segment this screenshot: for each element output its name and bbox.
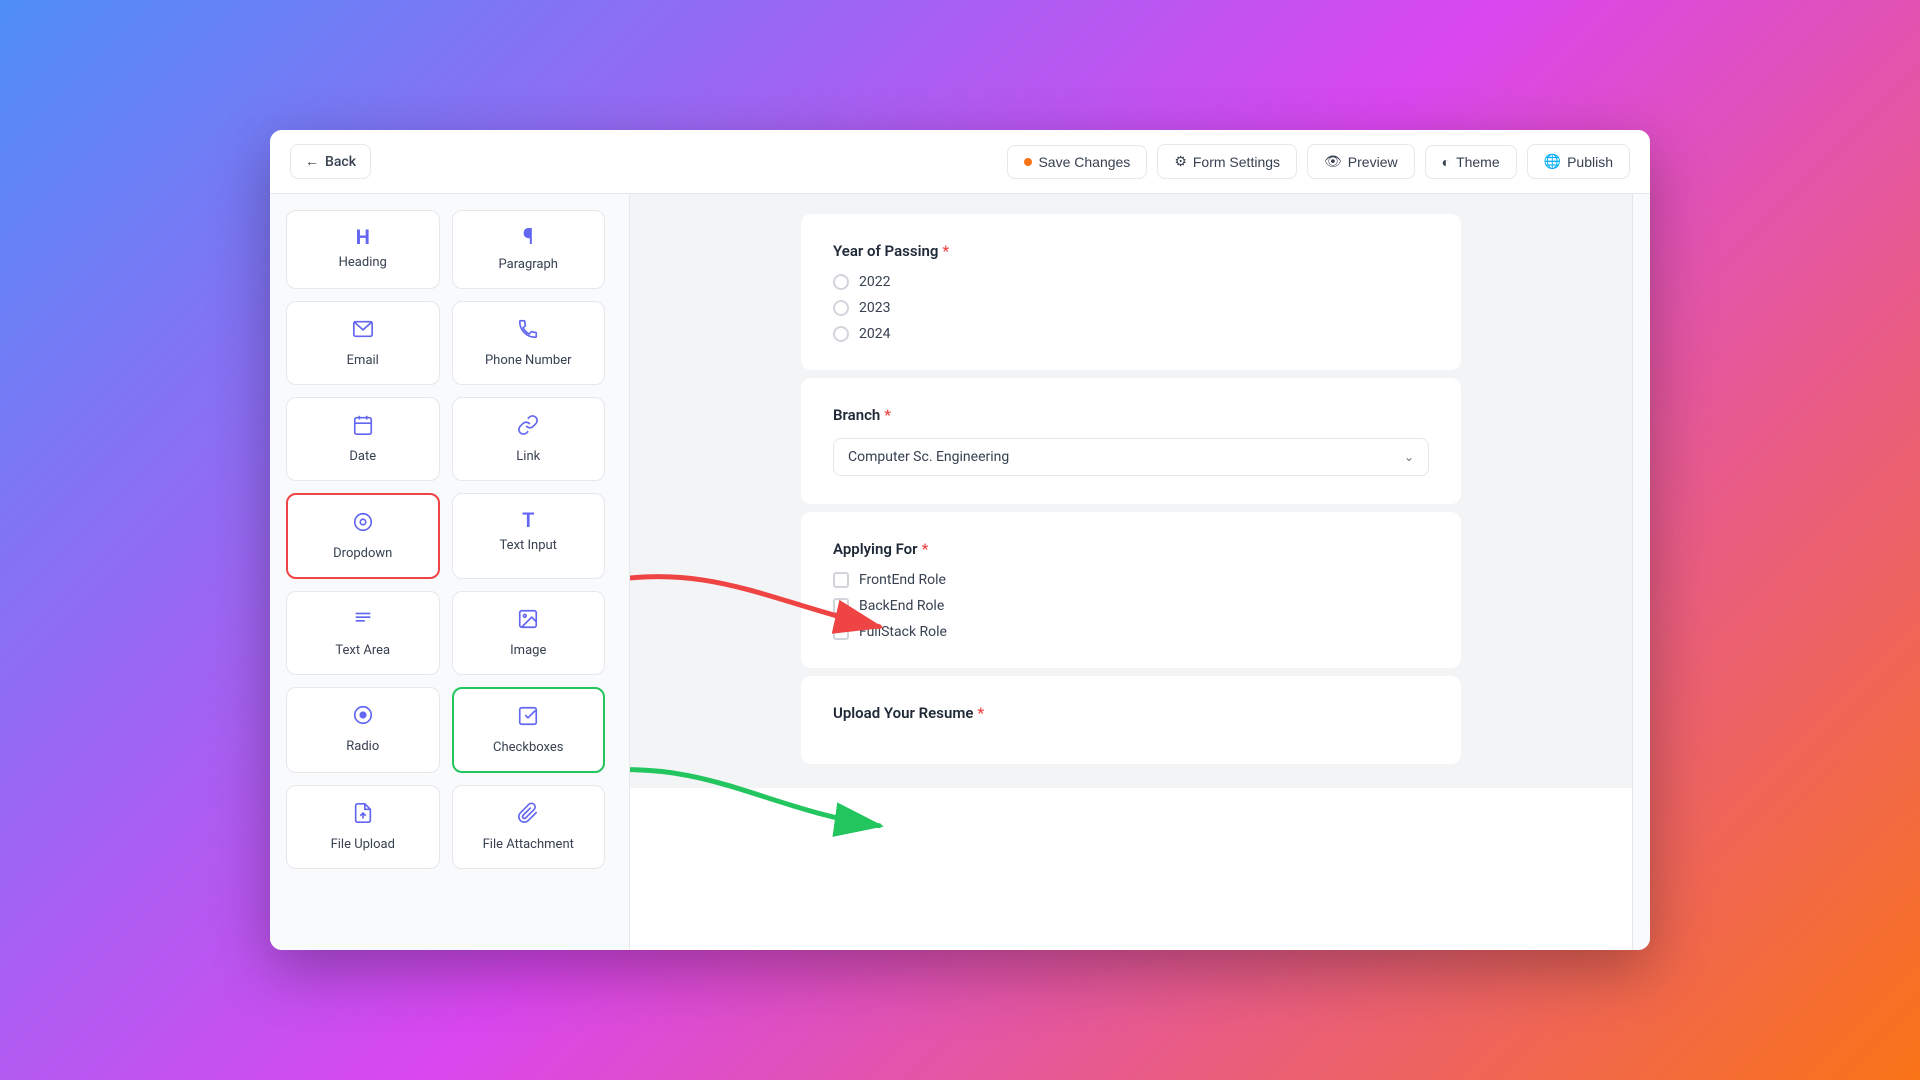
component-phone-number[interactable]: Phone Number (452, 301, 606, 385)
year-2022-option[interactable]: 2022 (833, 274, 1429, 290)
upload-resume-label: Upload Your Resume * (833, 704, 1429, 722)
applying-for-label: Applying For * (833, 540, 1429, 558)
text-input-label: Text Input (500, 538, 557, 553)
dropdown-label: Dropdown (333, 546, 392, 561)
file-upload-icon (352, 802, 374, 829)
applying-required-star: * (922, 540, 929, 558)
frontend-role-option[interactable]: FrontEnd Role (833, 572, 1429, 588)
file-attachment-label: File Attachment (483, 837, 574, 852)
dropdown-icon (352, 511, 374, 538)
form-settings-button[interactable]: ⚙ Form Settings (1157, 144, 1297, 179)
components-grid: H Heading ¶ Paragraph Email (286, 210, 613, 869)
fullstack-role-option[interactable]: FullStack Role (833, 624, 1429, 640)
image-icon (517, 608, 539, 635)
header: ← Back Save Changes ⚙ Form Settings 👁 Pr… (270, 130, 1650, 194)
date-label: Date (349, 449, 376, 464)
component-checkboxes[interactable]: Checkboxes (452, 687, 606, 773)
component-file-upload[interactable]: File Upload (286, 785, 440, 869)
branch-label: Branch * (833, 406, 1429, 424)
paragraph-label: Paragraph (499, 257, 558, 272)
publish-icon: 🌐 (1544, 153, 1561, 170)
text-input-icon: T (522, 510, 534, 530)
applying-for-options: FrontEnd Role BackEnd Role FullStack Rol… (833, 572, 1429, 640)
form-area: Year of Passing * 2022 2023 (630, 194, 1632, 788)
header-actions: Save Changes ⚙ Form Settings 👁 Preview ◐… (1007, 144, 1630, 179)
radio-label: Radio (346, 739, 379, 754)
branch-dropdown[interactable]: Computer Sc. Engineering ⌄ (833, 438, 1429, 476)
checkboxes-icon (517, 705, 539, 732)
checkbox-fullstack (833, 624, 849, 640)
component-file-attachment[interactable]: File Attachment (452, 785, 606, 869)
email-label: Email (347, 353, 379, 368)
preview-button[interactable]: 👁 Preview (1307, 144, 1415, 179)
back-label: Back (325, 154, 356, 170)
back-button[interactable]: ← Back (290, 144, 371, 179)
link-icon (517, 414, 539, 441)
required-star: * (942, 242, 949, 260)
branch-selected-value: Computer Sc. Engineering (848, 449, 1009, 465)
radio-circle-2022 (833, 274, 849, 290)
form-settings-label: Form Settings (1193, 154, 1280, 170)
component-email[interactable]: Email (286, 301, 440, 385)
theme-icon: ◐ (1442, 154, 1450, 170)
component-dropdown[interactable]: Dropdown (286, 493, 440, 579)
preview-icon: 👁 (1324, 153, 1342, 170)
save-changes-button[interactable]: Save Changes (1007, 145, 1147, 179)
backend-role-option[interactable]: BackEnd Role (833, 598, 1429, 614)
right-panel (1632, 194, 1650, 950)
heading-icon: H (356, 227, 370, 247)
theme-button[interactable]: ◐ Theme (1425, 145, 1517, 179)
phone-icon (517, 318, 539, 345)
component-text-input[interactable]: T Text Input (452, 493, 606, 579)
branch-required-star: * (884, 406, 891, 424)
radio-icon (352, 704, 374, 731)
components-sidebar: H Heading ¶ Paragraph Email (270, 194, 630, 950)
save-label: Save Changes (1038, 154, 1130, 170)
text-area-label: Text Area (335, 643, 390, 658)
year-2024-option[interactable]: 2024 (833, 326, 1429, 342)
image-label: Image (510, 643, 546, 658)
publish-label: Publish (1567, 154, 1613, 170)
year-of-passing-label: Year of Passing * (833, 242, 1429, 260)
applying-for-section: Applying For * FrontEnd Role BackEnd Rol… (801, 512, 1461, 668)
component-radio[interactable]: Radio (286, 687, 440, 773)
main-content: H Heading ¶ Paragraph Email (270, 194, 1650, 950)
text-area-icon (352, 608, 374, 635)
phone-number-label: Phone Number (485, 353, 572, 368)
year-2023-option[interactable]: 2023 (833, 300, 1429, 316)
upload-resume-section: Upload Your Resume * (801, 676, 1461, 764)
year-of-passing-options: 2022 2023 2024 (833, 274, 1429, 342)
paragraph-icon: ¶ (523, 227, 534, 249)
settings-icon: ⚙ (1174, 153, 1187, 170)
radio-circle-2023 (833, 300, 849, 316)
checkbox-backend (833, 598, 849, 614)
branch-section: Branch * Computer Sc. Engineering ⌄ (801, 378, 1461, 504)
chevron-down-icon: ⌄ (1404, 450, 1414, 464)
component-date[interactable]: Date (286, 397, 440, 481)
heading-label: Heading (339, 255, 387, 270)
component-link[interactable]: Link (452, 397, 606, 481)
publish-button[interactable]: 🌐 Publish (1527, 144, 1630, 179)
radio-circle-2024 (833, 326, 849, 342)
component-text-area[interactable]: Text Area (286, 591, 440, 675)
year-of-passing-section: Year of Passing * 2022 2023 (801, 214, 1461, 370)
component-image[interactable]: Image (452, 591, 606, 675)
component-paragraph[interactable]: ¶ Paragraph (452, 210, 606, 289)
email-icon (352, 318, 374, 345)
link-label: Link (516, 449, 540, 464)
file-upload-label: File Upload (331, 837, 395, 852)
preview-label: Preview (1348, 154, 1398, 170)
date-icon (352, 414, 374, 441)
theme-label: Theme (1456, 154, 1500, 170)
component-heading[interactable]: H Heading (286, 210, 440, 289)
form-wrapper: Year of Passing * 2022 2023 (630, 194, 1632, 950)
checkbox-frontend (833, 572, 849, 588)
form-inner: Year of Passing * 2022 2023 (781, 194, 1481, 788)
back-arrow-icon: ← (305, 153, 319, 170)
upload-required-star: * (977, 704, 984, 722)
checkboxes-label: Checkboxes (493, 740, 563, 755)
file-attachment-icon (517, 802, 539, 829)
save-dot-icon (1024, 158, 1032, 166)
